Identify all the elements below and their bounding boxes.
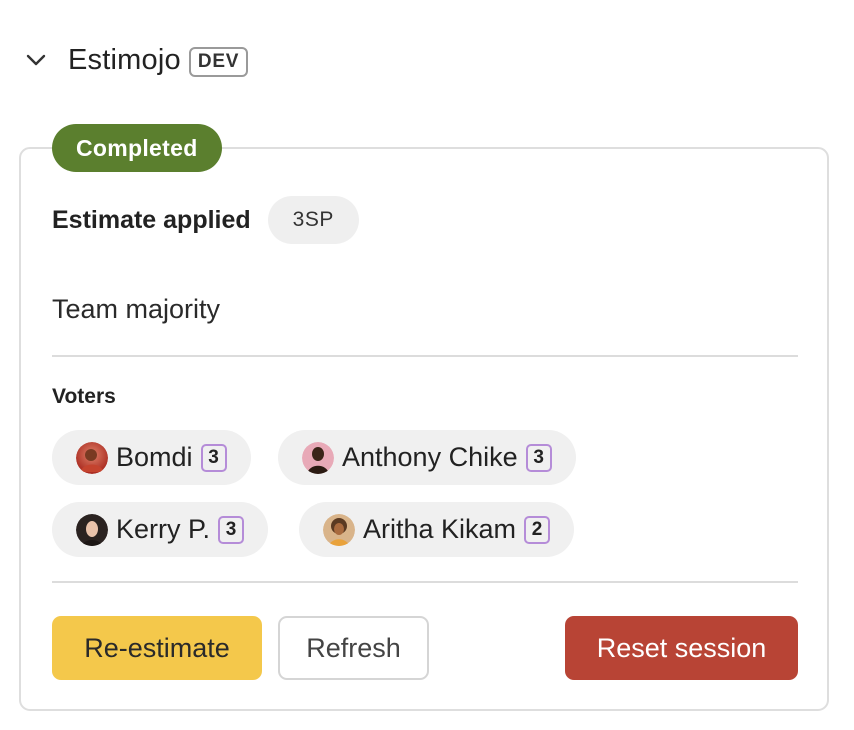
estimojo-panel: Estimojo DEV Completed Estimate applied …	[0, 0, 854, 730]
vote-badge: 3	[200, 443, 227, 472]
vote-badge: 2	[524, 515, 551, 544]
voters-heading: Voters	[52, 385, 116, 408]
status-badge: Completed	[52, 124, 222, 172]
avatar	[302, 441, 334, 474]
panel-header: Estimojo DEV	[22, 40, 249, 80]
reestimate-button[interactable]: Re-estimate	[52, 616, 262, 680]
voter-chip: Kerry P. 3	[52, 502, 269, 557]
divider	[52, 581, 798, 583]
avatar	[76, 513, 108, 546]
vote-badge: 3	[525, 443, 552, 472]
reset-session-button[interactable]: Reset session	[565, 616, 798, 680]
estimation-method: Team majority	[52, 294, 221, 324]
estimate-label: Estimate applied	[52, 205, 251, 234]
vote-badge: 3	[218, 515, 245, 544]
estimate-row: Estimate applied 3SP	[52, 196, 359, 244]
estimate-value: 3SP	[267, 196, 359, 244]
avatar	[76, 441, 108, 474]
avatar	[323, 513, 355, 546]
refresh-button[interactable]: Refresh	[278, 616, 429, 680]
voter-name: Kerry P.	[116, 514, 211, 544]
divider	[52, 355, 798, 357]
voter-name: Bomdi	[116, 442, 193, 472]
voter-chip: Aritha Kikam 2	[299, 502, 575, 557]
env-badge: DEV	[188, 46, 249, 77]
voter-name: Anthony Chike	[342, 442, 518, 472]
voter-name: Aritha Kikam	[363, 514, 517, 544]
voter-chip: Bomdi 3	[52, 430, 251, 485]
app-title: Estimojo	[68, 43, 181, 76]
chevron-down-icon[interactable]	[22, 46, 50, 74]
voter-chip: Anthony Chike 3	[278, 430, 576, 485]
